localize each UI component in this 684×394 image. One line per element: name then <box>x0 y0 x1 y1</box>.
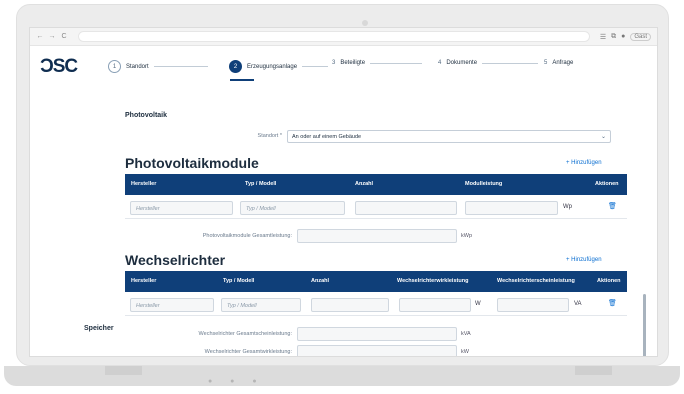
camera-dot <box>362 20 368 26</box>
wr-add-button[interactable]: + Hinzufügen <box>566 257 602 263</box>
scrollbar[interactable] <box>643 294 646 356</box>
logo: ƆSC <box>40 56 78 77</box>
wr-sum1-input <box>297 327 457 341</box>
back-icon[interactable]: ← <box>36 33 44 40</box>
standort-row: Standort * An oder auf einem Gebäude ⌄ <box>30 130 657 144</box>
active-step-underline <box>230 79 254 81</box>
pv-table-header: Hersteller Typ / Modell Anzahl Modulleis… <box>125 174 627 195</box>
step-number: 5 <box>544 60 548 66</box>
wr-wirkleistung-input[interactable] <box>399 298 471 312</box>
guest-pill[interactable]: Gast <box>630 32 651 41</box>
pv-module-title: Photovoltaikmodule <box>125 155 259 171</box>
wr-sum2-unit: kW <box>461 349 469 355</box>
standort-select[interactable]: An oder auf einem Gebäude ⌄ <box>287 130 611 143</box>
menu-icon[interactable]: ☰ <box>600 33 606 41</box>
step-connector <box>370 62 423 64</box>
step-number: 2 <box>229 60 242 73</box>
wr-sum2-label: Wechselrichter Gesamtwirkleistung: <box>204 349 292 355</box>
pv-unit: Wp <box>563 204 572 210</box>
wr-sum2-input <box>297 345 457 356</box>
step-number: 1 <box>108 60 121 73</box>
browser-toolbar: ← → C ☰ ⧉ ● Gast <box>30 28 657 46</box>
photovoltaik-heading: Photovoltaik <box>125 112 168 119</box>
col-anzahl: Anzahl <box>355 181 374 187</box>
standort-value: An oder auf einem Gebäude <box>292 134 362 140</box>
step-connector <box>482 62 539 64</box>
address-bar[interactable] <box>78 31 590 42</box>
col-anzahl: Anzahl <box>311 278 330 284</box>
stepper: 1 Standort 2 Erzeugungsanlage 3 Beteilig… <box>108 60 618 82</box>
col-typ: Typ / Modell <box>223 278 255 284</box>
trash-icon[interactable]: 🗑 <box>608 299 617 307</box>
pv-table-row: Hersteller Typ / Modell Wp 🗑 <box>125 196 627 219</box>
step-label: Anfrage <box>552 60 574 66</box>
col-typ: Typ / Modell <box>245 181 277 187</box>
step-connector <box>153 66 208 67</box>
wr-sum1-label: Wechselrichter Gesamtscheinleistung: <box>198 331 292 337</box>
wr-typ-input[interactable]: Typ / Modell <box>221 298 301 312</box>
wr-hersteller-input[interactable]: Hersteller <box>130 298 214 312</box>
step-label: Beteiligte <box>340 60 366 66</box>
step-erzeugungsanlage[interactable]: 2 Erzeugungsanlage <box>229 60 329 73</box>
laptop-screen: ← → C ☰ ⧉ ● Gast ƆSC 1 Standort 2 Erzeug… <box>29 27 658 357</box>
wr-anzahl-input[interactable] <box>311 298 389 312</box>
wr-unit-va: VA <box>574 301 582 307</box>
pv-anzahl-input[interactable] <box>355 201 457 215</box>
col-wirkleistung: Wechselrichterwirkleistung <box>397 278 469 284</box>
window-icon[interactable]: ⧉ <box>611 33 616 41</box>
speicher-heading: Speicher <box>84 325 114 332</box>
step-number: 4 <box>438 60 442 66</box>
wr-unit-w: W <box>475 301 481 307</box>
step-connector <box>302 66 329 67</box>
col-hersteller: Hersteller <box>131 278 157 284</box>
browser-actions: ☰ ⧉ ● Gast <box>600 32 651 41</box>
profile-icon[interactable]: ● <box>621 33 625 40</box>
step-dokumente[interactable]: 4 Dokumente <box>438 60 539 66</box>
standort-label: Standort * <box>257 133 282 139</box>
col-modulleistung: Modulleistung <box>465 181 503 187</box>
reload-icon[interactable]: C <box>60 33 68 40</box>
pv-sum-label: Photovoltaikmodule Gesamtleistung: <box>202 233 292 239</box>
pv-typ-input[interactable]: Typ / Modell <box>240 201 345 215</box>
step-label: Standort <box>126 63 149 70</box>
col-aktionen: Aktionen <box>595 181 619 187</box>
wr-table-row: Hersteller Typ / Modell W VA 🗑 <box>125 293 627 316</box>
laptop-dots: ● ● ● <box>208 378 265 385</box>
step-number: 3 <box>332 60 336 66</box>
wr-title: Wechselrichter <box>125 252 226 268</box>
chevron-down-icon: ⌄ <box>600 134 606 140</box>
step-anfrage[interactable]: 5 Anfrage <box>544 60 573 66</box>
wr-scheinleistung-input[interactable] <box>497 298 569 312</box>
pv-add-button[interactable]: + Hinzufügen <box>566 160 602 166</box>
step-beteiligte[interactable]: 3 Beteiligte <box>332 60 423 66</box>
pv-sum-unit: kWp <box>461 233 472 239</box>
forward-icon[interactable]: → <box>48 33 56 40</box>
wr-sum1-unit: kVA <box>461 331 471 337</box>
laptop-hinge-left <box>105 366 142 375</box>
step-label: Dokumente <box>446 60 478 66</box>
laptop-hinge-right <box>575 366 612 375</box>
pv-sum-input <box>297 229 457 243</box>
app-content: ƆSC 1 Standort 2 Erzeugungsanlage 3 Bete… <box>30 46 657 356</box>
col-aktionen: Aktionen <box>597 278 621 284</box>
wr-table-header: Hersteller Typ / Modell Anzahl Wechselri… <box>125 271 627 292</box>
step-label: Erzeugungsanlage <box>247 63 298 70</box>
col-hersteller: Hersteller <box>131 181 157 187</box>
pv-leistung-input[interactable] <box>465 201 558 215</box>
pv-hersteller-input[interactable]: Hersteller <box>130 201 233 215</box>
trash-icon[interactable]: 🗑 <box>608 202 617 210</box>
step-standort[interactable]: 1 Standort <box>108 60 208 73</box>
col-scheinleistung: Wechselrichterscheinleistung <box>497 278 575 284</box>
laptop-lid: ← → C ☰ ⧉ ● Gast ƆSC 1 Standort 2 Erzeug… <box>16 4 669 366</box>
